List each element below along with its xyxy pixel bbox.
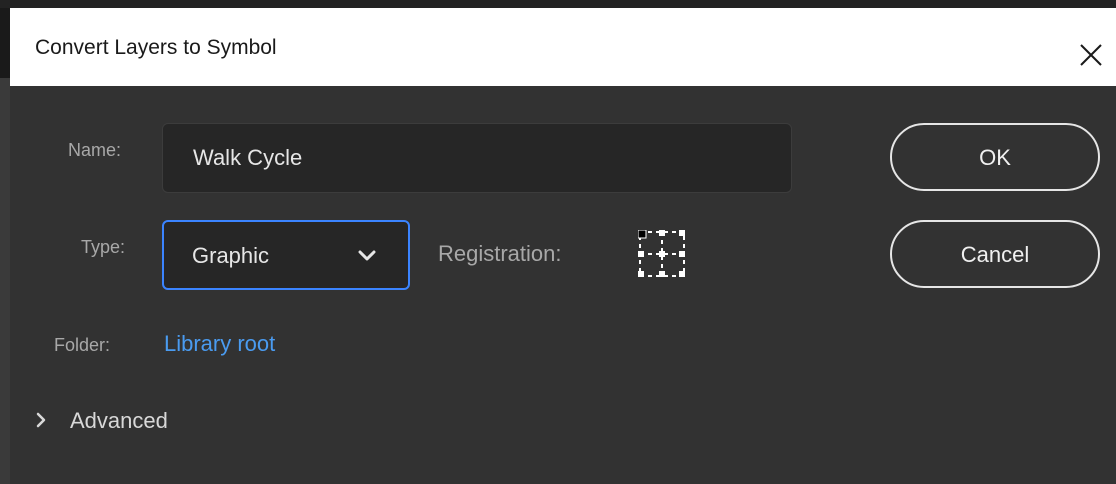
- registration-point-center[interactable]: [659, 251, 665, 257]
- background-window-edge: [0, 8, 10, 484]
- window-top-edge: [0, 0, 1116, 8]
- chevron-right-icon: [36, 412, 46, 428]
- background-window-dark-area: [0, 8, 10, 78]
- registration-grid-icon[interactable]: [638, 230, 686, 278]
- registration-point-top-center[interactable]: [659, 230, 665, 236]
- registration-point-bottom-left[interactable]: [638, 271, 644, 277]
- type-selected-value: Graphic: [192, 243, 270, 268]
- registration-point-top-right[interactable]: [679, 230, 685, 236]
- registration-point-top-left[interactable]: [638, 230, 647, 239]
- close-icon[interactable]: [1078, 42, 1104, 68]
- cancel-button[interactable]: Cancel: [890, 220, 1100, 288]
- name-input[interactable]: Walk Cycle: [162, 123, 792, 193]
- advanced-label: Advanced: [70, 408, 168, 433]
- type-dropdown[interactable]: Graphic: [162, 220, 410, 290]
- ok-button[interactable]: OK: [890, 123, 1100, 191]
- dialog-body: Name: Walk Cycle Type: Graphic Registrat…: [10, 86, 1116, 484]
- registration-point-middle-left[interactable]: [638, 251, 644, 257]
- registration-point-bottom-right[interactable]: [679, 271, 685, 277]
- folder-label: Folder:: [54, 335, 111, 355]
- type-label: Type:: [81, 237, 126, 257]
- registration-point-middle-right[interactable]: [679, 251, 685, 257]
- chevron-down-icon: [358, 250, 376, 261]
- dialog-title: Convert Layers to Symbol: [35, 36, 277, 59]
- dialog-titlebar: Convert Layers to Symbol: [10, 8, 1116, 86]
- registration-label: Registration:: [438, 241, 562, 266]
- name-label: Name:: [68, 140, 122, 160]
- folder-link[interactable]: Library root: [164, 331, 275, 357]
- close-icon-glyph: [1080, 44, 1102, 66]
- registration-point-bottom-center[interactable]: [659, 271, 665, 277]
